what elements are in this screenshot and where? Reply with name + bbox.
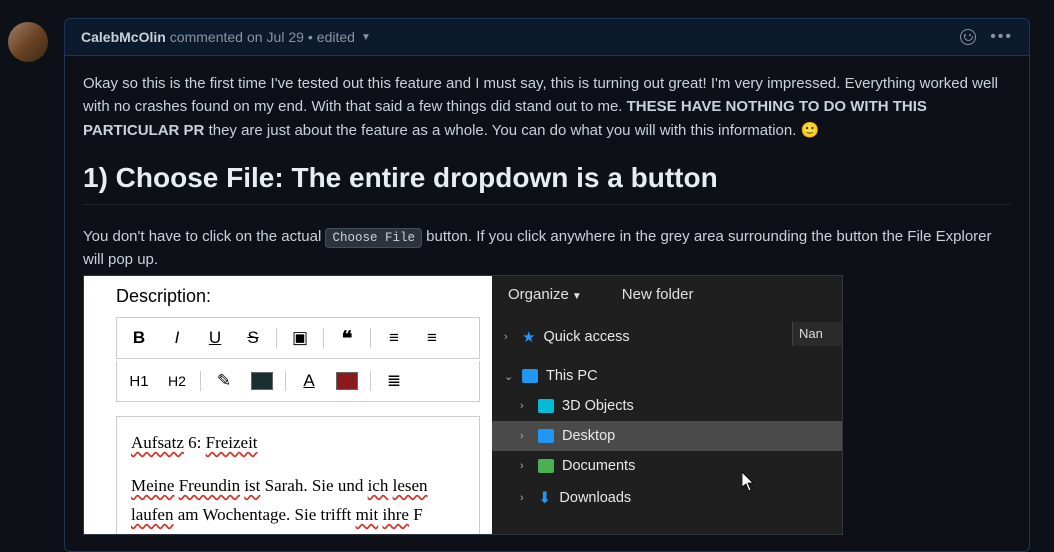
- swatch-dark[interactable]: [244, 367, 280, 395]
- pc-icon: [522, 369, 538, 383]
- content-line-2: Meine Freundin ist Sarah. Sie und ich le…: [131, 472, 465, 501]
- h1-button[interactable]: H1: [121, 367, 157, 395]
- comment-container: CalebMcOlin commented on Jul 29 • edited…: [64, 18, 1030, 552]
- column-header-name[interactable]: Nan: [792, 322, 842, 346]
- new-folder-button[interactable]: New folder: [622, 286, 694, 303]
- reaction-icon[interactable]: [960, 29, 976, 45]
- date-prefix: on: [247, 29, 263, 45]
- comment-header: CalebMcOlin commented on Jul 29 • edited…: [65, 19, 1029, 56]
- editor-content[interactable]: Aufsatz 6: Freizeit Meine Freundin ist S…: [116, 416, 480, 535]
- list-button[interactable]: ≣: [376, 367, 412, 395]
- star-icon: ★: [522, 328, 535, 346]
- explorer-tree: › ★ Quick access ⌄ This PC › 3D Objects: [492, 313, 842, 515]
- text-color-button[interactable]: A: [291, 367, 327, 395]
- tree-item-3d-objects[interactable]: › 3D Objects: [492, 391, 842, 421]
- author-link[interactable]: CalebMcOlin: [81, 29, 166, 45]
- comment-meta: CalebMcOlin commented on Jul 29 • edited…: [81, 29, 371, 45]
- comment-actions: •••: [960, 29, 1013, 45]
- desktop-icon: [538, 429, 554, 443]
- underline-button[interactable]: U: [197, 324, 233, 352]
- tree-item-quick-access[interactable]: › ★ Quick access: [492, 321, 842, 353]
- toolbar-sep: [370, 328, 371, 348]
- toolbar-sep: [276, 328, 277, 348]
- chevron-right-icon: ›: [520, 460, 530, 472]
- document-icon: [538, 459, 554, 473]
- align-center-button[interactable]: ≡: [414, 324, 450, 352]
- align-left-button[interactable]: ≡: [376, 324, 412, 352]
- bold-button[interactable]: B: [121, 324, 157, 352]
- swatch-red[interactable]: [329, 367, 365, 395]
- edited-label[interactable]: edited: [317, 29, 355, 45]
- comment-date[interactable]: Jul 29: [267, 29, 304, 45]
- author-avatar[interactable]: [8, 22, 48, 62]
- chevron-right-icon: ›: [520, 492, 530, 504]
- editor-toolbar-row1: B I U S ▣ ❝ ≡ ≡: [116, 317, 480, 359]
- content-line-3: laufen am Wochentage. Sie trifft mit ihr…: [131, 501, 465, 530]
- commented-label: commented: [170, 29, 243, 45]
- smile-emoji-icon: 🙂: [801, 122, 820, 139]
- content-line-1: Aufsatz 6: Freizeit: [131, 429, 465, 458]
- chevron-right-icon: ›: [520, 400, 530, 412]
- toolbar-sep: [200, 371, 201, 391]
- p2-text-a: You don't have to click on the actual: [83, 228, 325, 245]
- description-label: Description:: [116, 286, 480, 307]
- paragraph-2: You don't have to click on the actual Ch…: [83, 225, 1011, 272]
- toolbar-sep: [323, 328, 324, 348]
- chevron-right-icon: ›: [504, 331, 514, 343]
- edited-caret-icon[interactable]: ▼: [361, 32, 371, 43]
- tree-item-desktop[interactable]: › Desktop: [492, 421, 842, 451]
- image-button[interactable]: ▣: [282, 324, 318, 352]
- chevron-down-icon: ▼: [572, 291, 582, 302]
- editor-toolbar-row2: H1 H2 ✎ A ≣: [116, 361, 480, 402]
- organize-menu[interactable]: Organize▼: [508, 286, 582, 303]
- toolbar-sep: [285, 371, 286, 391]
- toolbar-sep: [370, 371, 371, 391]
- chevron-right-icon: ›: [520, 430, 530, 442]
- italic-button[interactable]: I: [159, 324, 195, 352]
- code-chip-choose-file: Choose File: [325, 228, 422, 248]
- tree-item-documents[interactable]: › Documents: [492, 451, 842, 481]
- kebab-menu-icon[interactable]: •••: [990, 29, 1013, 45]
- explorer-toolbar: Organize▼ New folder: [492, 276, 842, 313]
- strike-button[interactable]: S: [235, 324, 271, 352]
- h2-button[interactable]: H2: [159, 367, 195, 395]
- download-arrow-icon: ⬇: [538, 488, 551, 508]
- embedded-screenshot[interactable]: Description: B I U S ▣ ❝ ≡ ≡ H1 H2: [83, 275, 843, 535]
- tree-item-this-pc[interactable]: ⌄ This PC: [492, 361, 842, 391]
- meta-sep: •: [308, 29, 313, 45]
- file-explorer-pane: Organize▼ New folder Nan › ★ Quick acces…: [492, 276, 842, 534]
- comment-body: Okay so this is the first time I've test…: [65, 56, 1029, 551]
- section-heading-1: 1) Choose File: The entire dropdown is a…: [83, 162, 1011, 205]
- p1-text-b: they are just about the feature as a who…: [209, 122, 801, 139]
- tree-item-downloads[interactable]: › ⬇ Downloads: [492, 481, 842, 515]
- chevron-down-icon: ⌄: [504, 370, 514, 383]
- quote-button[interactable]: ❝: [329, 324, 365, 352]
- paragraph-1: Okay so this is the first time I've test…: [83, 72, 1011, 142]
- editor-pane: Description: B I U S ▣ ❝ ≡ ≡ H1 H2: [84, 276, 494, 534]
- cube-icon: [538, 399, 554, 413]
- highlight-button[interactable]: ✎: [206, 367, 242, 395]
